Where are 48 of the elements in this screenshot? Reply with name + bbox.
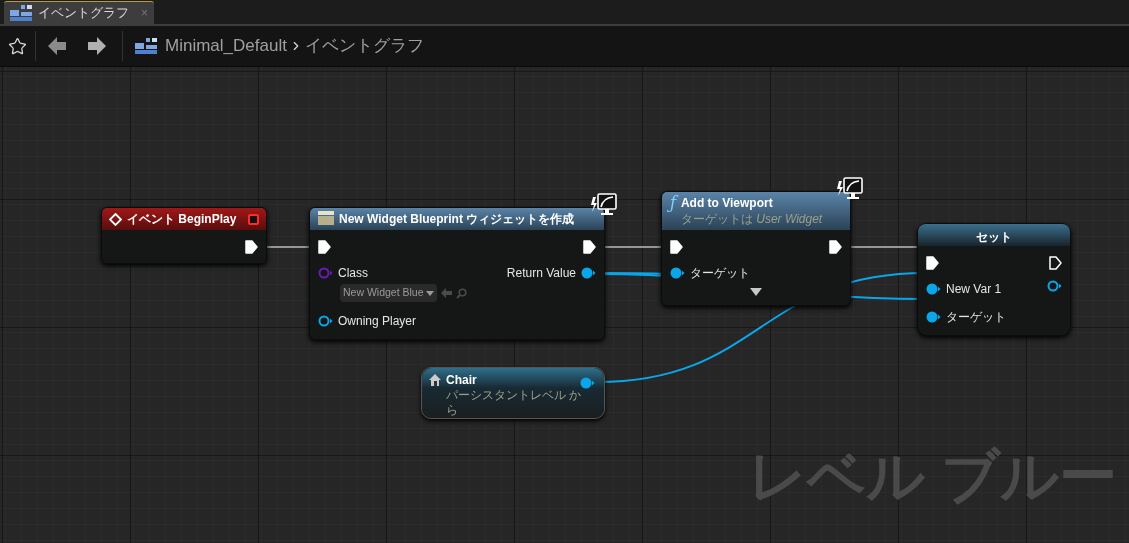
pin-label: ターゲット [946,309,1006,326]
pin-label: New Var 1 [946,281,1002,298]
pin-label: Class [338,265,368,282]
pin-label: Return Value [506,265,576,282]
forward-arrow-icon[interactable] [88,37,106,55]
graph-node[interactable]: New Widget Blueprint ウィジェットを作成 Class New Widget Blue Return Value Owning Player [309,207,605,340]
graph-node[interactable]: ƒ Add to Viewport ターゲットは User Widget ターゲット [661,191,851,306]
node-title: New Widget Blueprint ウィジェットを作成 [339,211,575,227]
exec-pin[interactable] [318,240,331,254]
back-arrow-icon[interactable] [48,37,66,55]
data-pin[interactable] [581,267,596,279]
exec-pin[interactable] [829,240,842,254]
graph-node[interactable]: イベント BeginPlay [101,207,267,264]
graph-tab[interactable]: イベントグラフ × [4,1,154,24]
data-pin[interactable] [926,283,941,295]
variable-node[interactable]: Chair パーシスタントレベル から [421,367,605,419]
event-diamond-icon [109,212,122,226]
widget-icon [318,211,334,225]
data-pin[interactable] [1047,280,1062,292]
node-subtitle: ターゲットは User Widget [680,211,823,227]
data-pin[interactable] [318,315,333,327]
exec-pin[interactable] [926,256,939,270]
pin-label: ターゲット [690,265,750,282]
node-title: セット [976,229,1012,246]
graph-icon [10,5,32,21]
house-icon [428,373,442,387]
favorite-star-icon[interactable] [8,36,27,56]
node-title: Add to Viewport [680,195,774,211]
data-pin[interactable] [580,377,595,389]
breadcrumb-item[interactable]: Minimal_Default [165,33,287,59]
delegate-pin[interactable] [248,213,259,225]
caret-icon [425,290,434,296]
graph-node[interactable]: セット New Var 1 ターゲット [917,223,1071,336]
exec-pin[interactable] [1049,256,1062,270]
tab-title: イベントグラフ [38,4,129,23]
node-title: イベント BeginPlay [127,211,237,228]
class-dropdown[interactable]: New Widget Blue [340,284,437,302]
exec-pin[interactable] [670,240,683,254]
data-pin[interactable] [926,311,941,323]
expand-caret-icon[interactable] [750,288,762,296]
breadcrumb-item[interactable]: イベントグラフ [304,33,424,59]
pin-label: Owning Player [338,313,417,330]
node-title: Chair [446,373,478,388]
exec-pin[interactable] [583,240,596,254]
graph-icon [135,38,157,54]
data-pin[interactable] [670,267,685,279]
node-subtitle: パーシスタントレベル から [446,388,583,418]
exec-pin[interactable] [245,240,258,254]
